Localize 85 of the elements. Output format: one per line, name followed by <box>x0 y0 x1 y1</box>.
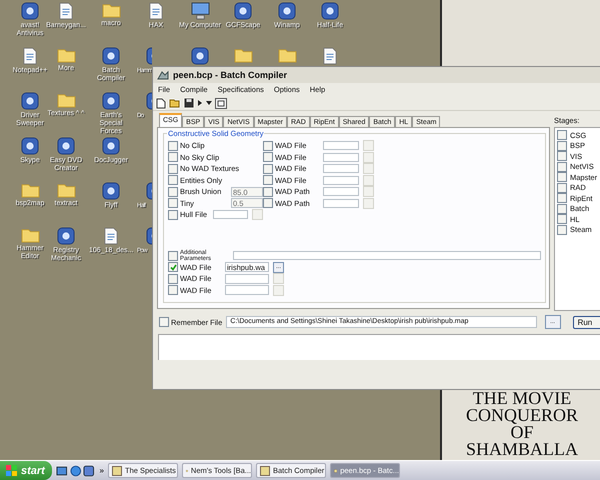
document-icon[interactable] <box>323 47 337 65</box>
checkbox[interactable] <box>168 140 178 151</box>
checkbox[interactable] <box>168 198 178 208</box>
application-icon[interactable] <box>321 2 339 20</box>
checkbox[interactable] <box>263 186 273 197</box>
checkbox[interactable] <box>557 172 567 182</box>
checkbox[interactable] <box>263 164 273 174</box>
checkbox[interactable] <box>557 151 567 162</box>
checkbox[interactable] <box>168 250 178 260</box>
folder-icon[interactable] <box>278 47 296 63</box>
application-icon[interactable] <box>102 182 120 200</box>
folder-icon[interactable] <box>102 2 120 18</box>
window-icon <box>260 466 270 476</box>
document-icon[interactable] <box>104 227 118 245</box>
more-button[interactable]: » <box>100 466 104 475</box>
application-icon[interactable] <box>21 92 39 110</box>
window-icon[interactable] <box>215 98 227 108</box>
document-icon[interactable] <box>149 2 163 20</box>
wallpaper-caption: CONQUEROR <box>466 407 578 424</box>
caret-icon[interactable] <box>206 101 212 105</box>
path-field[interactable] <box>323 198 359 208</box>
application-icon[interactable] <box>57 227 75 245</box>
folder-icon[interactable] <box>56 182 76 198</box>
checkbox[interactable] <box>168 152 178 162</box>
folder-icon[interactable] <box>56 92 76 108</box>
checkbox[interactable] <box>263 198 273 208</box>
folder-icon[interactable] <box>234 47 252 63</box>
checkbox[interactable] <box>168 175 178 186</box>
new-document-icon[interactable] <box>156 98 166 108</box>
play-icon[interactable] <box>197 99 203 107</box>
path-field[interactable] <box>323 152 359 162</box>
wallpaper-caption: SHAMBALLA <box>466 441 578 458</box>
open-folder-icon[interactable] <box>169 98 181 108</box>
window-title: peen.bcp - Batch Compiler <box>173 70 288 80</box>
app-icon <box>157 70 169 80</box>
parameters-field[interactable] <box>232 251 541 260</box>
wad-file-field[interactable] <box>225 274 269 284</box>
document-icon[interactable] <box>59 2 73 20</box>
checkbox[interactable] <box>557 224 567 235</box>
application-icon[interactable] <box>102 92 120 110</box>
application-icon[interactable] <box>21 137 39 155</box>
run-button[interactable]: Run <box>572 316 600 328</box>
checkbox[interactable] <box>557 204 567 214</box>
document-icon[interactable] <box>23 47 37 65</box>
path-field[interactable] <box>323 187 359 196</box>
application-icon[interactable] <box>278 2 296 20</box>
application-icon[interactable] <box>102 137 120 155</box>
checkbox[interactable] <box>168 262 178 272</box>
checkbox[interactable] <box>263 152 273 162</box>
checkbox[interactable] <box>557 130 567 140</box>
window-icon <box>112 466 122 476</box>
checkbox[interactable] <box>557 193 567 204</box>
wallpaper-caption: OF <box>510 424 534 441</box>
checkbox[interactable] <box>557 214 567 224</box>
application-icon[interactable] <box>191 47 209 65</box>
checkbox[interactable] <box>159 317 169 327</box>
application-icon[interactable] <box>102 47 120 65</box>
path-field[interactable] <box>323 141 359 150</box>
folder-icon[interactable] <box>20 227 40 243</box>
checkbox[interactable] <box>168 186 178 197</box>
wallpaper-caption: THE MOVIE <box>472 390 572 407</box>
path-field[interactable] <box>323 164 359 174</box>
folder-icon[interactable] <box>56 47 76 63</box>
application-icon[interactable] <box>21 2 39 20</box>
checkbox[interactable] <box>557 162 567 172</box>
path-field[interactable] <box>323 176 359 185</box>
file-field[interactable] <box>213 210 248 220</box>
application-icon[interactable] <box>234 2 252 20</box>
checkbox[interactable] <box>168 285 178 296</box>
windows-flag-icon <box>6 465 17 476</box>
wad-file-field[interactable] <box>225 285 269 296</box>
checkbox[interactable] <box>557 140 567 151</box>
browser-icon[interactable] <box>70 464 82 476</box>
save-icon[interactable] <box>184 98 194 108</box>
media-icon[interactable] <box>83 464 95 476</box>
checkbox[interactable] <box>168 210 178 220</box>
checkbox[interactable] <box>263 175 273 186</box>
checkbox[interactable] <box>557 182 567 193</box>
desktop-icon[interactable] <box>56 464 68 476</box>
application-icon[interactable] <box>57 137 75 155</box>
checkbox[interactable] <box>168 164 178 174</box>
computer-icon[interactable] <box>190 2 210 20</box>
folder-icon[interactable] <box>20 182 40 198</box>
checkbox[interactable] <box>263 140 273 151</box>
checkbox[interactable] <box>168 274 178 284</box>
